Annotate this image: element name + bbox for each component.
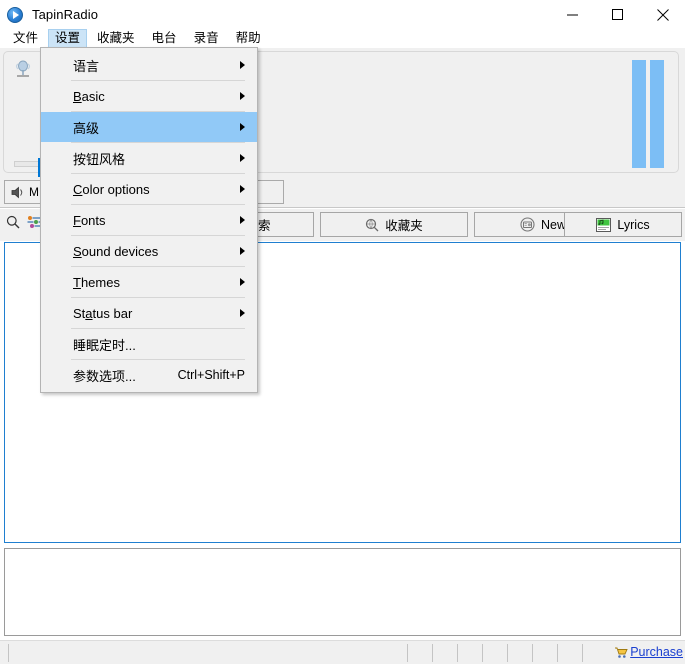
menu-item-shortcut: Ctrl+Shift+P [178, 368, 245, 382]
radio-tower-icon [12, 58, 34, 80]
favorites-button[interactable]: 收藏夹 [320, 212, 468, 237]
menu-item-mnemonic: a [85, 306, 92, 321]
status-separator [457, 644, 458, 662]
status-separator [407, 644, 408, 662]
status-separator [507, 644, 508, 662]
menu-item-color-options[interactable]: Color options [41, 174, 257, 204]
app-title: TapinRadio [32, 7, 98, 22]
speaker-icon [11, 186, 25, 199]
menu-item-fonts[interactable]: Fonts [41, 205, 257, 235]
chevron-right-icon [240, 278, 245, 286]
chevron-right-icon [240, 154, 245, 162]
menu-item-label: tus bar [93, 306, 133, 321]
menu-item-label: 按钮风格 [73, 149, 125, 168]
title-bar: TapinRadio [0, 0, 685, 29]
menu-item-mnemonic: B [73, 89, 82, 104]
lyrics-button[interactable]: Lyrics [564, 212, 682, 237]
menubar-item-help[interactable]: 帮助 [229, 29, 268, 48]
menu-bar: 文件 设置 收藏夹 电台 录音 帮助 [0, 29, 685, 48]
status-bar: Purchase [0, 640, 685, 664]
chevron-right-icon [240, 92, 245, 100]
menu-item-sleep-timer[interactable]: 睡眠定时... [41, 329, 257, 359]
lyrics-button-label: Lyrics [617, 218, 649, 232]
menu-item-button-style[interactable]: 按钮风格 [41, 143, 257, 173]
search-icon[interactable] [6, 215, 20, 229]
purchase-link[interactable]: Purchase [614, 645, 683, 659]
chevron-right-icon [240, 185, 245, 193]
favorites-button-label: 收藏夹 [385, 215, 423, 234]
chevron-right-icon [240, 247, 245, 255]
level-meters [632, 60, 666, 168]
purchase-link-label: Purchase [630, 645, 683, 659]
menu-item-label: hemes [81, 275, 120, 290]
window-controls [550, 0, 685, 29]
menu-item-mnemonic: C [73, 182, 82, 197]
menu-item-label: olor options [82, 182, 149, 197]
menu-item-themes[interactable]: Themes [41, 267, 257, 297]
chevron-right-icon [240, 309, 245, 317]
menu-item-label: St [73, 306, 85, 321]
menu-item-mnemonic: T [73, 275, 81, 290]
menu-item-label: 语言 [73, 56, 99, 75]
status-separator [482, 644, 483, 662]
menubar-item-recording[interactable]: 录音 [187, 29, 226, 48]
menu-item-mnemonic: S [73, 244, 82, 259]
minimize-icon[interactable] [550, 0, 595, 29]
status-separator [432, 644, 433, 662]
level-meter-left [632, 60, 646, 168]
lyrics-icon [596, 218, 611, 232]
menu-item-label: asic [82, 89, 105, 104]
menu-item-sound-devices[interactable]: Sound devices [41, 236, 257, 266]
new-button-label: New [541, 218, 566, 232]
play-circle-icon [7, 7, 23, 23]
chevron-right-icon [240, 123, 245, 131]
details-panel[interactable] [4, 548, 681, 636]
toolbar-icon-group [6, 215, 42, 229]
status-separator [557, 644, 558, 662]
menu-item-label: ound devices [82, 244, 159, 259]
menubar-item-file[interactable]: 文件 [6, 29, 45, 48]
close-icon[interactable] [640, 0, 685, 29]
settings-dropdown-menu[interactable]: 语言 Basic 高级 按钮风格 Color options Fonts Sou… [40, 47, 258, 393]
status-separator [532, 644, 533, 662]
menubar-item-favorites[interactable]: 收藏夹 [90, 29, 142, 48]
menu-item-label: 高级 [73, 118, 99, 137]
menu-item-label: 睡眠定时... [73, 335, 136, 354]
menubar-item-stations[interactable]: 电台 [145, 29, 184, 48]
chevron-right-icon [240, 216, 245, 224]
tab-mute-label: M [29, 185, 39, 199]
menu-item-mnemonic: F [73, 213, 81, 228]
menu-item-label: onts [81, 213, 106, 228]
cart-icon [614, 646, 628, 659]
radio-icon [520, 217, 535, 232]
status-separator [8, 644, 9, 662]
chevron-right-icon [240, 61, 245, 69]
menu-item-label: 参数选项... [73, 366, 136, 385]
menu-item-basic[interactable]: Basic [41, 81, 257, 111]
menu-item-preferences[interactable]: 参数选项... Ctrl+Shift+P [41, 360, 257, 390]
menu-item-advanced[interactable]: 高级 [41, 112, 257, 142]
menu-item-language[interactable]: 语言 [41, 50, 257, 80]
menubar-item-settings[interactable]: 设置 [48, 29, 87, 48]
status-separator [582, 644, 583, 662]
maximize-icon[interactable] [595, 0, 640, 29]
menu-item-status-bar[interactable]: Status bar [41, 298, 257, 328]
level-meter-right [650, 60, 664, 168]
search-globe-icon [365, 218, 379, 232]
